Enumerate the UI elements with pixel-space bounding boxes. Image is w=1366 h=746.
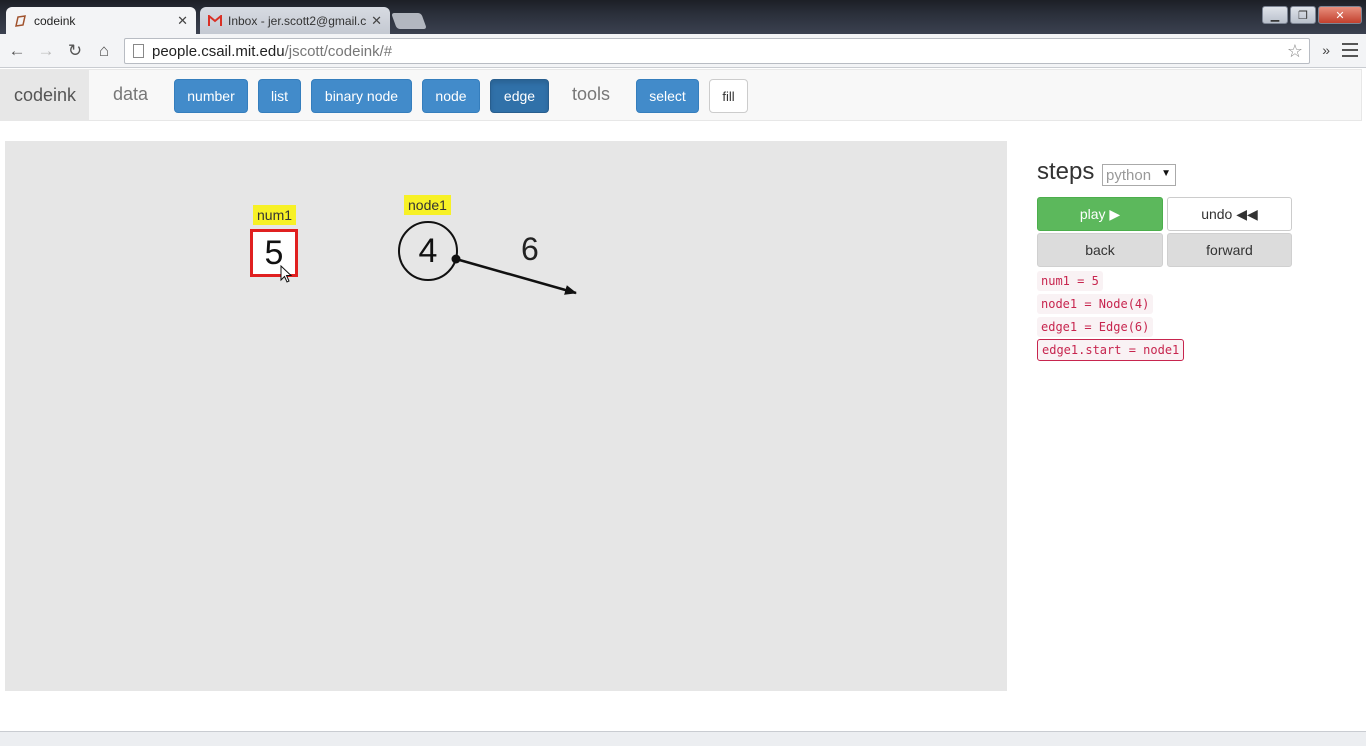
code-step-current[interactable]: edge1.start = node1: [1037, 339, 1185, 361]
drawing-canvas[interactable]: num1 5 node1 4 6: [5, 141, 1007, 691]
window-controls: ▁ ❐ ✕: [1262, 6, 1362, 24]
node-button[interactable]: node: [422, 79, 480, 113]
tab-inbox[interactable]: Inbox - jer.scott2@gmail.c ✕: [200, 7, 390, 34]
language-value: python: [1106, 166, 1152, 184]
browser-titlebar: codeink ✕ Inbox - jer.scott2@gmail.c ✕ ▁…: [0, 0, 1366, 34]
mouse-cursor-icon: [280, 265, 293, 283]
tools-section-label: tools: [572, 84, 611, 104]
dropdown-caret-icon: ▼: [1161, 168, 1171, 179]
maximize-icon[interactable]: ❐: [1290, 6, 1316, 24]
undo-button[interactable]: undo ◀◀: [1167, 197, 1292, 231]
tab-title: codeink: [34, 13, 76, 28]
data-section-label: data: [113, 84, 149, 104]
close-window-icon[interactable]: ✕: [1318, 6, 1362, 24]
url-host: people.csail.mit.edu: [152, 42, 285, 60]
steps-title: steps: [1037, 158, 1095, 185]
minimize-icon[interactable]: ▁: [1262, 6, 1288, 24]
url-path: /jscott/codeink/#: [284, 42, 393, 60]
fill-button[interactable]: fill: [709, 79, 748, 113]
extensions-overflow-icon[interactable]: »: [1322, 42, 1330, 58]
play-button[interactable]: play ▶: [1037, 197, 1163, 231]
browser-toolbar: ← → ↻ ⌂ people.csail.mit.edu /jscott/cod…: [0, 34, 1366, 68]
reload-icon[interactable]: ↻: [64, 40, 86, 62]
back-arrow-icon[interactable]: ←: [6, 40, 28, 62]
app-brand[interactable]: codeink: [1, 70, 89, 120]
code-step[interactable]: node1 = Node(4): [1037, 294, 1154, 314]
browser-statusbar: [0, 731, 1366, 746]
select-button[interactable]: select: [636, 79, 699, 113]
bookmark-star-icon[interactable]: ☆: [1287, 41, 1303, 62]
close-tab-icon[interactable]: ✕: [371, 13, 382, 29]
codeink-favicon-icon: [14, 14, 28, 28]
number-button[interactable]: number: [174, 79, 248, 113]
forward-button[interactable]: forward: [1167, 233, 1292, 267]
code-step[interactable]: edge1 = Edge(6): [1037, 317, 1154, 337]
new-tab-button[interactable]: [391, 13, 427, 29]
forward-arrow-icon[interactable]: →: [35, 40, 57, 62]
app-navbar: codeink data number list binary node nod…: [0, 69, 1362, 121]
binary-node-button[interactable]: binary node: [311, 79, 412, 113]
page-icon: [133, 44, 144, 58]
menu-icon[interactable]: [1342, 41, 1358, 59]
address-bar[interactable]: people.csail.mit.edu /jscott/codeink/# ☆: [124, 38, 1310, 64]
list-button[interactable]: list: [258, 79, 301, 113]
edge-start-handle: [451, 254, 461, 264]
edge-button[interactable]: edge: [490, 79, 549, 113]
tab-title: Inbox - jer.scott2@gmail.c: [228, 13, 367, 28]
home-icon[interactable]: ⌂: [93, 40, 115, 62]
gmail-icon: [208, 14, 222, 28]
close-tab-icon[interactable]: ✕: [177, 13, 188, 29]
edge-weight-label[interactable]: 6: [521, 231, 539, 268]
language-select[interactable]: python ▼: [1102, 164, 1176, 186]
back-button[interactable]: back: [1037, 233, 1163, 267]
code-step[interactable]: num1 = 5: [1037, 271, 1103, 291]
tab-codeink[interactable]: codeink ✕: [6, 7, 196, 34]
edge-arrow[interactable]: [5, 141, 1007, 691]
